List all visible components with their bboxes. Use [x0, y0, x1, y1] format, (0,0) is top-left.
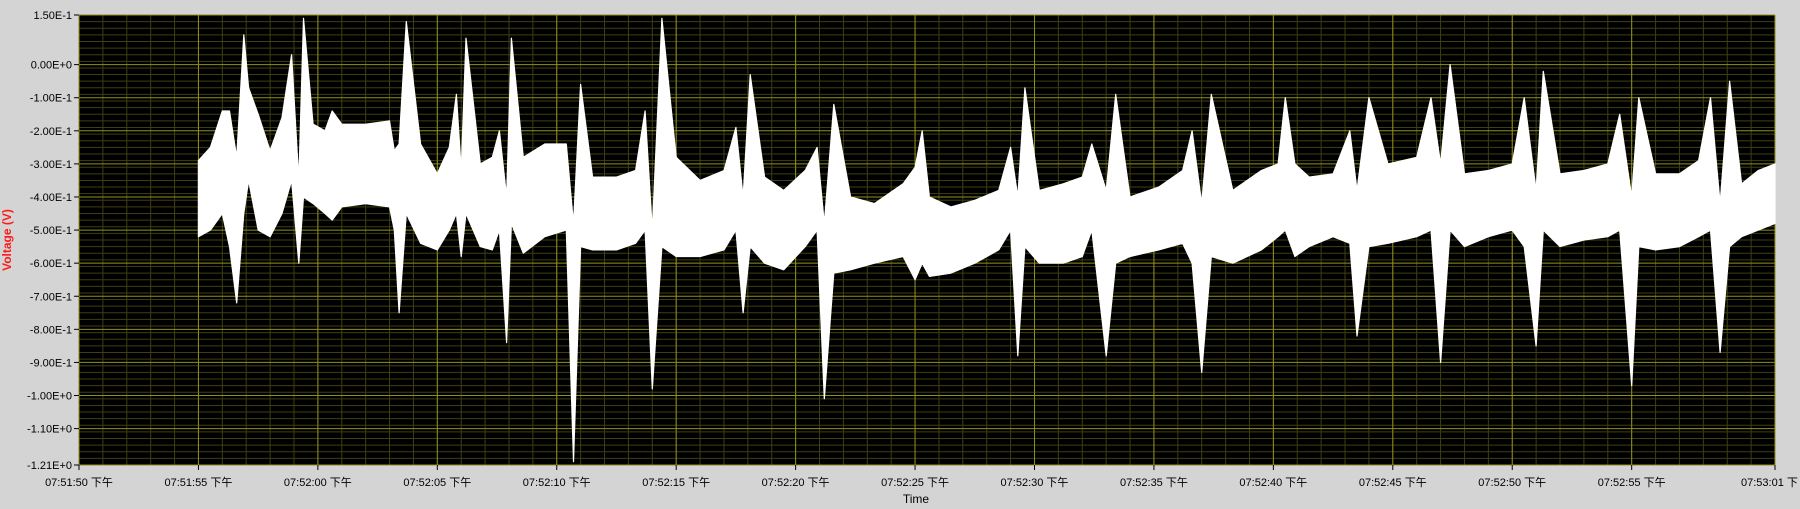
y-tick-label: -3.00E-1 [30, 159, 72, 171]
x-tick-label: 07:51:50 下午 [45, 476, 113, 489]
x-tick-label: 07:52:25 下午 [881, 476, 949, 489]
chart-panel: 1.50E-1 0.00E+0 -1.00E-1 -2.00E-1 -3.00E-1 -4… [0, 0, 1800, 506]
x-tick-label: 07:52:10 下午 [523, 476, 591, 489]
y-tick-label: -1.10E+0 [27, 424, 72, 436]
y-tick-label: -7.00E-1 [30, 291, 72, 303]
y-tick-label: -6.00E-1 [30, 258, 72, 270]
y-tick-label: 1.50E-1 [33, 10, 72, 22]
x-tick-label: 07:52:35 下午 [1120, 476, 1188, 489]
y-tick-label: -1.00E+0 [27, 391, 72, 403]
x-tick-label: 07:52:30 下午 [1001, 476, 1069, 489]
x-tick-label: 07:52:40 下午 [1239, 476, 1307, 489]
x-tick-label: 07:52:50 下午 [1478, 476, 1546, 489]
y-tick-label: -8.00E-1 [30, 324, 72, 336]
y-tick-label: -4.00E-1 [30, 192, 72, 204]
x-tick-label: 07:52:05 下午 [403, 476, 471, 489]
x-axis-label: Time [903, 492, 930, 504]
x-tick-label: 07:51:55 下午 [164, 476, 232, 489]
x-tick-label: 07:52:00 下午 [284, 476, 352, 489]
y-tick-label: -5.00E-1 [30, 225, 72, 237]
x-tick-label: 07:52:45 下午 [1359, 476, 1427, 489]
y-tick-label: -1.00E-1 [30, 93, 72, 105]
y-tick-label: -9.00E-1 [30, 357, 72, 369]
x-tick-label: 07:52:55 下午 [1598, 476, 1666, 489]
waveform-chart: 1.50E-1 0.00E+0 -1.00E-1 -2.00E-1 -3.00E-1 -4… [0, 0, 1800, 506]
x-tick-label: 07:52:15 下午 [642, 476, 710, 489]
y-axis-label: Voltage (V) [0, 209, 14, 271]
y-tick-label: -1.21E+0 [27, 460, 72, 472]
y-tick-label: -2.00E-1 [30, 126, 72, 138]
y-tick-label: 0.00E+0 [31, 60, 72, 72]
x-tick-label: 07:53:01 下 [1741, 477, 1798, 489]
x-tick-label: 07:52:20 下午 [762, 476, 830, 489]
